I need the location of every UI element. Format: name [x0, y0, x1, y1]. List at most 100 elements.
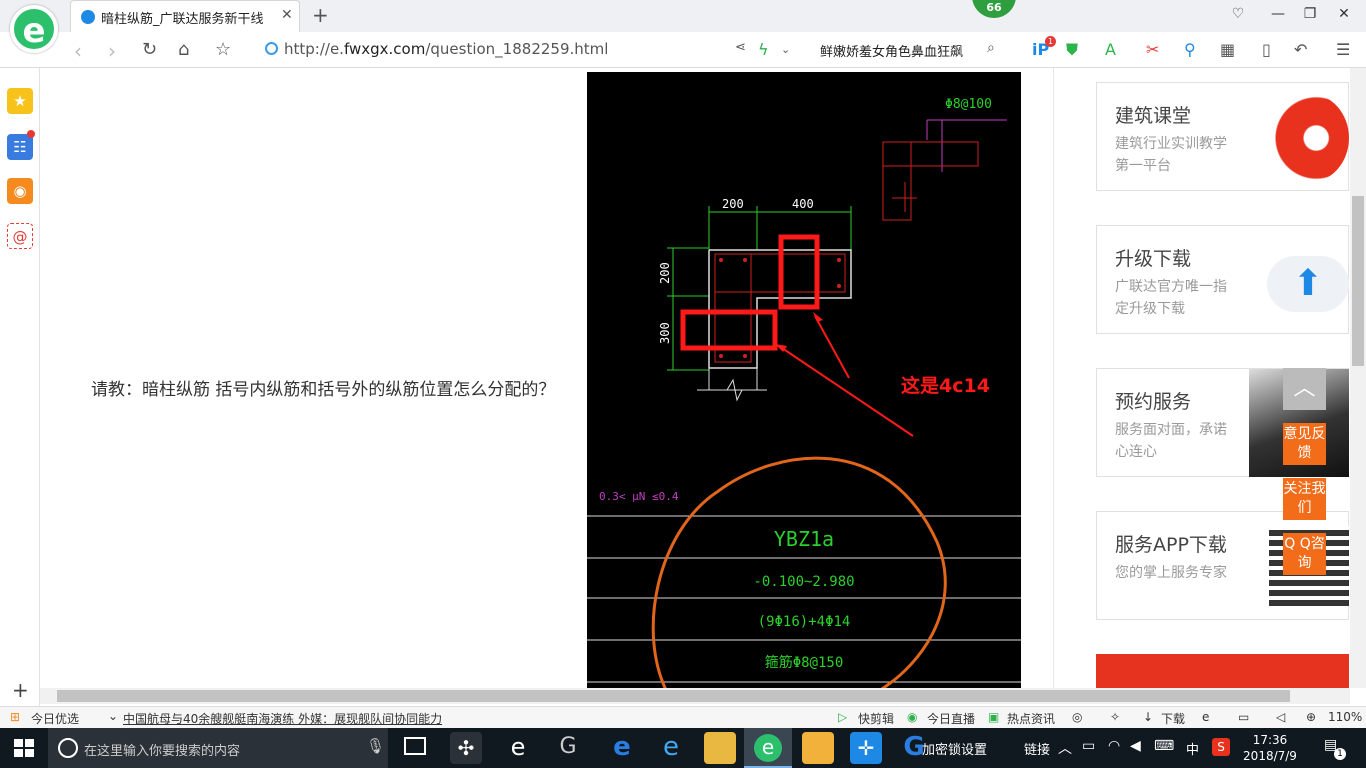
browser-logo-icon[interactable]: e: [10, 5, 58, 53]
ime-indicator[interactable]: 中: [1186, 739, 1199, 758]
tray-expand-icon[interactable]: ︿: [1058, 738, 1072, 758]
chevron-down-icon[interactable]: ⌄: [108, 709, 118, 723]
speed-icon[interactable]: ◎: [1072, 710, 1082, 724]
score-badge[interactable]: 66: [972, 0, 1016, 18]
windows-start-icon[interactable]: [14, 739, 34, 757]
news-ticker-link[interactable]: 中国航母与40余艘舰艇南海演练 外媒：展现舰队间协同能力: [123, 710, 442, 727]
microphone-icon[interactable]: 🎙: [366, 737, 385, 755]
notes-app-icon[interactable]: [802, 732, 834, 764]
download-link[interactable]: 下载: [1161, 710, 1185, 727]
today-picks[interactable]: 今日优选: [31, 710, 79, 727]
navigation-toolbar: ‹ › ↻ ⌂ ☆ http://e.fwxgx.com/question_18…: [0, 32, 1366, 68]
back-to-top-button[interactable]: ︿: [1283, 368, 1326, 410]
question-text: 请教：暗柱纵筋 括号内纵筋和括号外的纵筋位置怎么分配的？: [91, 380, 556, 400]
minimize-button[interactable]: —: [1268, 6, 1288, 22]
card-course-sub: 建筑行业实训教学第一平台: [1115, 136, 1227, 174]
card-upgrade-title: 升级下载: [1115, 248, 1192, 270]
shield-icon[interactable]: ⛊: [1066, 40, 1078, 60]
banner-ad[interactable]: [1096, 654, 1349, 688]
taskbar-search-box[interactable]: 在这里输入你要搜索的内容 🎙: [48, 728, 388, 768]
card-appointment-sub: 服务面对面，承诺心连心: [1115, 422, 1227, 460]
feedback-button[interactable]: 意见反馈: [1283, 423, 1326, 465]
live-icon: ◉: [907, 710, 918, 724]
zoom-icon[interactable]: ⊕: [1306, 710, 1316, 724]
cortana-icon: [58, 738, 78, 758]
edge-legacy-icon[interactable]: e: [502, 732, 534, 764]
edge-icon[interactable]: e: [606, 732, 638, 764]
email-at-icon[interactable]: @: [7, 223, 33, 249]
url-path: /question_1882259.html: [425, 40, 609, 58]
tray-dongle-label[interactable]: 加密锁设置: [922, 739, 987, 758]
dim-300-left: 300: [658, 322, 672, 344]
ie-browser-icon[interactable]: e: [655, 732, 687, 764]
file-explorer-icon[interactable]: [704, 732, 736, 764]
search-icon[interactable]: ⌕: [987, 40, 995, 56]
taskbar-clock[interactable]: 17:36 2018/7/9: [1240, 732, 1300, 764]
live-link[interactable]: 今日直播: [927, 710, 975, 727]
active-app-slot[interactable]: e: [744, 728, 792, 768]
windows-taskbar: 在这里输入你要搜索的内容 🎙 ✣ e G e e e ✛ G 加密锁设置 链接 …: [0, 728, 1366, 768]
taskbar-search-placeholder: 在这里输入你要搜索的内容: [84, 744, 241, 759]
tab-close-icon[interactable]: ✕: [281, 7, 293, 23]
apps-grid-icon[interactable]: ▦: [1220, 40, 1235, 59]
add-sidebar-icon[interactable]: +: [12, 678, 29, 702]
card-app-sub: 您的掌上服务专家: [1115, 565, 1227, 581]
favorites-star-icon[interactable]: ★: [7, 88, 33, 114]
pin-icon[interactable]: ✧: [1110, 710, 1120, 724]
vertical-scrollbar[interactable]: [1350, 68, 1366, 688]
shirt-skin-icon[interactable]: ♡: [1228, 6, 1248, 22]
browser-c-icon[interactable]: G: [552, 732, 584, 764]
drawing-annotation: 这是4c14: [901, 374, 990, 397]
reading-icon[interactable]: ▯: [1262, 40, 1271, 59]
fan-app-icon[interactable]: ✣: [450, 732, 482, 764]
url-domain: fwxgx.com: [343, 40, 426, 58]
plus-app-icon[interactable]: ✛: [850, 732, 882, 764]
refresh-icon[interactable]: ↻: [142, 39, 157, 60]
ie-icon[interactable]: e: [1202, 710, 1209, 724]
menu-icon[interactable]: ☰: [1336, 40, 1350, 59]
battery-icon[interactable]: ▭: [1082, 738, 1095, 754]
card-course[interactable]: 建筑课堂 建筑行业实训教学第一平台: [1096, 82, 1349, 191]
undo-icon[interactable]: ↶: [1294, 40, 1307, 59]
keyboard-icon[interactable]: ⌨: [1154, 738, 1174, 754]
tray-link-label[interactable]: 链接: [1024, 739, 1050, 758]
forward-icon[interactable]: ›: [108, 39, 116, 63]
card-upgrade[interactable]: 升级下载 广联达官方唯一指定升级下载 ⬆: [1096, 225, 1349, 334]
new-tab-button[interactable]: +: [312, 3, 329, 27]
360-browser-icon: e: [754, 734, 782, 762]
wifi-icon[interactable]: ◠: [1108, 738, 1120, 754]
hot-news-link[interactable]: 热点资讯: [1007, 710, 1055, 727]
magnifier-icon[interactable]: ⚲: [1184, 40, 1196, 59]
window-icon[interactable]: ▭: [1238, 710, 1249, 724]
dim-400: 400: [792, 197, 814, 211]
scissors-icon[interactable]: ✂: [1146, 40, 1159, 59]
address-bar[interactable]: http://e.fwxgx.com/question_1882259.html: [284, 40, 608, 58]
mute-icon[interactable]: ◁: [1276, 710, 1285, 724]
dim-200-top: 200: [722, 197, 744, 211]
task-view-icon[interactable]: [404, 737, 426, 755]
follow-button[interactable]: 关注我们: [1283, 478, 1326, 520]
drawing-elevation: -0.100~2.980: [753, 574, 854, 590]
sogou-ime-icon[interactable]: S: [1212, 738, 1230, 756]
share-icon[interactable]: ⋖: [735, 40, 746, 55]
home-icon[interactable]: ⌂: [178, 39, 189, 60]
favorite-star-icon[interactable]: ☆: [215, 39, 231, 60]
cloud-upload-icon: ⬆: [1267, 256, 1349, 312]
translate-icon[interactable]: A: [1105, 40, 1116, 59]
download-arrow-icon[interactable]: ↓: [1143, 710, 1153, 724]
maximize-button[interactable]: ❐: [1300, 6, 1320, 22]
volume-icon[interactable]: ◀: [1130, 738, 1141, 754]
vertical-scroll-thumb[interactable]: [1352, 196, 1364, 366]
weibo-icon[interactable]: ◉: [7, 178, 33, 204]
chevron-down-icon[interactable]: ⌄: [781, 43, 790, 56]
lightning-icon[interactable]: ϟ: [758, 40, 769, 59]
zoom-level[interactable]: 110%: [1328, 710, 1362, 724]
horizontal-scroll-thumb[interactable]: [57, 690, 1290, 702]
site-favicon-icon: [81, 10, 95, 24]
search-input[interactable]: 鲜嫩娇羞女角色鼻血狂飙: [820, 41, 963, 60]
tab-active[interactable]: 暗柱纵筋_广联达服务新干线 ✕: [70, 0, 300, 32]
back-icon[interactable]: ‹: [74, 39, 82, 63]
qq-consult-button[interactable]: Q Q咨询: [1283, 533, 1326, 575]
close-window-button[interactable]: ✕: [1334, 6, 1354, 22]
quick-edit-link[interactable]: 快剪辑: [858, 710, 894, 727]
